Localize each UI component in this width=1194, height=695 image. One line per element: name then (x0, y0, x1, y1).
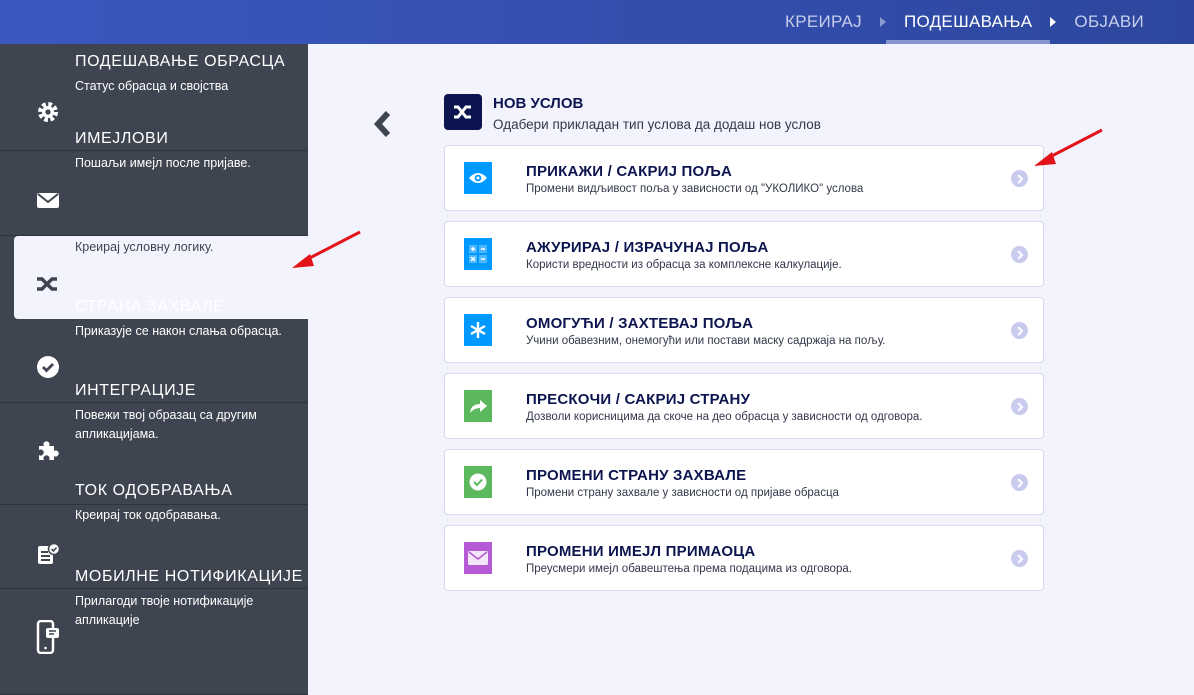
sidebar-item-desc: Повежи твој образац са другим апликација… (75, 408, 257, 441)
card-desc: Преусмери имејл обавештења према подацим… (526, 563, 852, 575)
chevron-right-icon[interactable] (1011, 550, 1028, 567)
condition-card[interactable]: ПРЕСКОЧИ / САКРИЈ СТРАНУ Дозволи корисни… (444, 373, 1044, 439)
chevron-right-icon[interactable] (1011, 246, 1028, 263)
card-desc: Промени страну захвале у зависности од п… (526, 487, 839, 499)
card-desc: Учини обавезним, онемогући или постави м… (526, 335, 886, 347)
sidebar-item-desc: Креирај условну логику. (75, 240, 214, 254)
chevron-right-icon[interactable] (1011, 170, 1028, 187)
sidebar-item-title: СТРАНА ЗАХВАЛЕ (75, 298, 225, 315)
shuffle-icon (444, 94, 482, 130)
chevron-right-icon[interactable] (1011, 474, 1028, 491)
card-title: ПРЕСКОЧИ / САКРИЈ СТРАНУ (526, 391, 751, 408)
puzzle-icon (36, 438, 60, 462)
check-circle-icon (464, 466, 492, 498)
back-chevron-icon[interactable] (372, 110, 394, 143)
sidebar-item-desc: Пошаљи имејл после пријаве. (75, 156, 251, 170)
mobile-notification-icon (36, 619, 60, 655)
sidebar-item-desc: Приказује се након слања обрасца. (75, 324, 282, 338)
page-subtitle: Одабери прикладан тип услова да додаш но… (493, 117, 821, 132)
top-bar: КРЕИРАЈ ПОДЕШАВАЊА ОБЈАВИ (0, 0, 1194, 44)
check-circle-icon (36, 355, 60, 379)
card-title: ПРОМЕНИ СТРАНУ ЗАХВАЛЕ (526, 467, 747, 484)
envelope-icon (464, 542, 492, 574)
sidebar-item-title: ИНТЕГРАЦИЈЕ (75, 382, 197, 399)
sidebar-item-title: ТОК ОДОБРАВАЊА (75, 482, 233, 499)
sidebar-item-desc: Статус обрасца и својства (75, 79, 229, 93)
condition-card[interactable]: ПРОМЕНИ СТРАНУ ЗАХВАЛЕ Промени страну за… (444, 449, 1044, 515)
calculator-icon (464, 238, 492, 270)
sidebar-item-title: ПОДЕШАВАЊЕ ОБРАСЦА (75, 53, 286, 70)
chevron-right-icon[interactable] (1011, 398, 1028, 415)
step-publish[interactable]: ОБЈАВИ (1056, 0, 1162, 44)
sidebar-item-6[interactable]: МОБИЛНЕ НОТИФИКАЦИЈЕ Прилагоди твоје нот… (0, 568, 308, 695)
wizard-steps: КРЕИРАЈ ПОДЕШАВАЊА ОБЈАВИ (767, 0, 1194, 44)
card-title: ПРОМЕНИ ИМЕЈЛ ПРИМАОЦА (526, 543, 756, 560)
step-settings[interactable]: ПОДЕШАВАЊА (885, 0, 1051, 44)
asterisk-icon (464, 314, 492, 346)
sidebar-item-title: УСЛОВИ (75, 214, 145, 231)
approval-icon (36, 542, 61, 566)
card-desc: Промени видљивост поља у зависности од "… (526, 183, 864, 195)
sidebar-item-desc: Креирај ток одобравања. (75, 508, 221, 522)
chevron-right-icon[interactable] (1011, 322, 1028, 339)
eye-icon (464, 162, 492, 194)
card-title: АЖУРИРАЈ / ИЗРАЧУНАЈ ПОЉА (526, 239, 769, 256)
sidebar-item-title: ИМЕЈЛОВИ (75, 130, 169, 147)
condition-card[interactable]: ОМОГУЋИ / ЗАХТЕВАЈ ПОЉА Учини обавезним,… (444, 297, 1044, 363)
card-title: ПРИКАЖИ / САКРИЈ ПОЉА (526, 163, 733, 180)
condition-card[interactable]: АЖУРИРАЈ / ИЗРАЧУНАЈ ПОЉА Користи вредно… (444, 221, 1044, 287)
card-desc: Користи вредности из обрасца за комплекс… (526, 259, 842, 271)
page-title: НОВ УСЛОВ (493, 95, 584, 112)
step-create[interactable]: КРЕИРАЈ (767, 0, 880, 44)
card-title: ОМОГУЋИ / ЗАХТЕВАЈ ПОЉА (526, 315, 754, 332)
shuffle-icon (36, 272, 60, 296)
sidebar-item-title: МОБИЛНЕ НОТИФИКАЦИЈЕ (75, 568, 303, 585)
envelope-icon (36, 188, 60, 212)
condition-card[interactable]: ПРОМЕНИ ИМЕЈЛ ПРИМАОЦА Преусмери имејл о… (444, 525, 1044, 591)
gear-icon (36, 100, 60, 124)
forward-arrow-icon (464, 390, 492, 422)
card-desc: Дозволи корисницима да скоче на део обра… (526, 411, 923, 423)
sidebar-item-desc: Прилагоди твоје нотификације апликације (75, 594, 254, 627)
condition-card[interactable]: ПРИКАЖИ / САКРИЈ ПОЉА Промени видљивост … (444, 145, 1044, 211)
